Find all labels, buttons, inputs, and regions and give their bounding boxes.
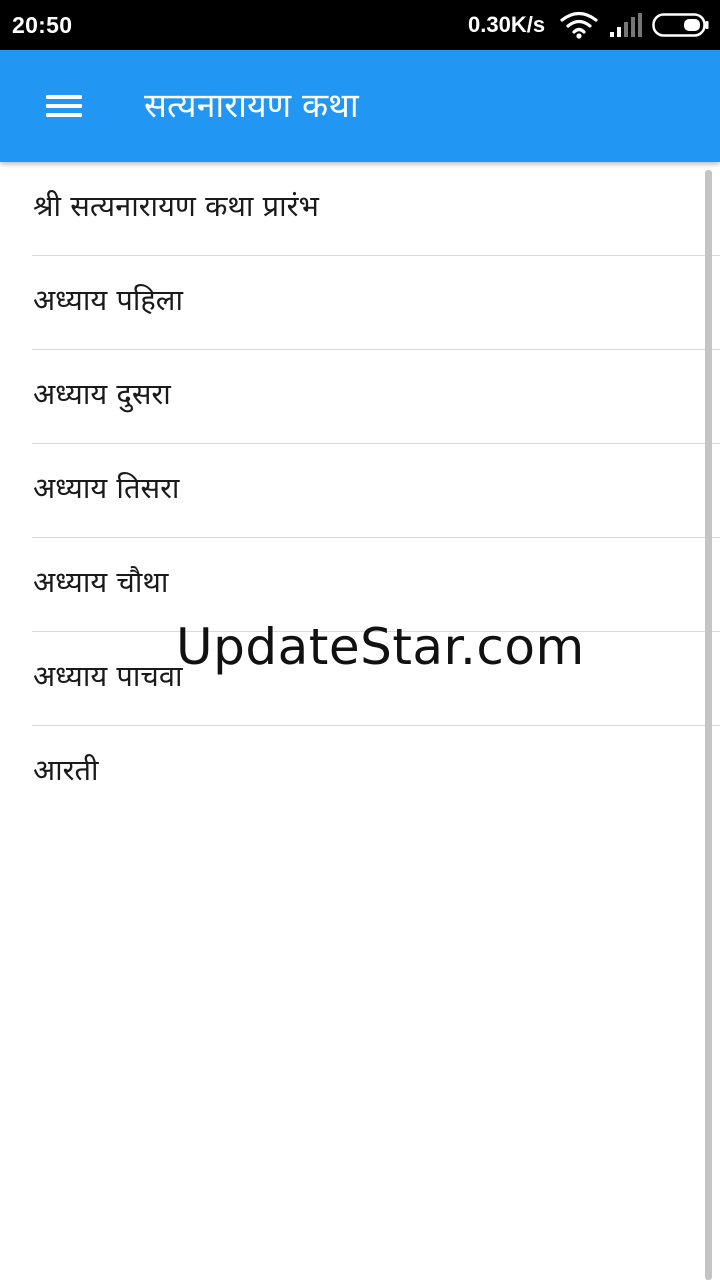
chapter-item-katha-prarambh[interactable]: श्री सत्यनारायण कथा प्रारंभ xyxy=(32,162,720,256)
chapter-item-aarti[interactable]: आरती xyxy=(32,726,720,819)
battery-icon xyxy=(652,13,709,37)
menu-icon[interactable] xyxy=(34,84,94,128)
chapter-item-adhyay-4[interactable]: अध्याय चौथा xyxy=(32,538,720,632)
chapter-label: अध्याय पहिला xyxy=(33,283,183,317)
chapter-item-adhyay-2[interactable]: अध्याय दुसरा xyxy=(32,350,720,444)
chapter-label: आरती xyxy=(33,753,99,787)
signal-icon xyxy=(610,13,642,37)
chapter-item-adhyay-3[interactable]: अध्याय तिसरा xyxy=(32,444,720,538)
app-title: सत्यनारायण कथा xyxy=(144,86,359,126)
chapter-item-adhyay-1[interactable]: अध्याय पहिला xyxy=(32,256,720,350)
app-bar: सत्यनारायण कथा xyxy=(0,50,720,162)
status-time: 20:50 xyxy=(12,12,73,38)
chapter-label: श्री सत्यनारायण कथा प्रारंभ xyxy=(33,189,319,223)
chapter-label: अध्याय पाचवा xyxy=(33,659,183,693)
chapter-label: अध्याय दुसरा xyxy=(33,377,171,411)
network-speed: 0.30K/s xyxy=(468,12,546,37)
wifi-icon xyxy=(560,11,598,39)
chapter-item-adhyay-5[interactable]: अध्याय पाचवा xyxy=(32,632,720,726)
status-bar: 20:50 0.30K/s xyxy=(0,0,720,50)
scrollbar[interactable] xyxy=(705,170,712,1280)
chapter-label: अध्याय चौथा xyxy=(33,565,169,599)
chapter-label: अध्याय तिसरा xyxy=(33,471,180,505)
chapter-list: श्री सत्यनारायण कथा प्रारंभ अध्याय पहिला… xyxy=(0,162,720,819)
